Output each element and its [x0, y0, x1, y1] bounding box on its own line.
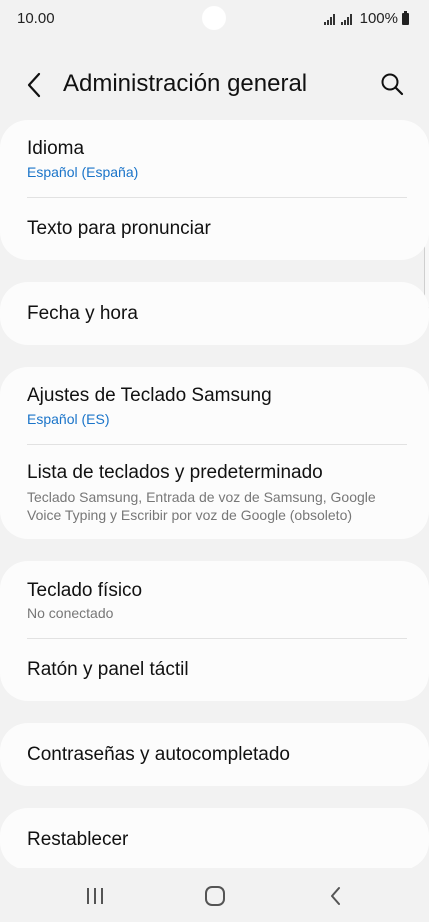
item-subtitle: No conectado [27, 605, 114, 621]
list-item-texto-pronunciar[interactable]: Texto para pronunciar [0, 198, 429, 260]
settings-group-language: Idioma Español (España) Texto para pronu… [0, 120, 429, 260]
status-bar: 10.00 100% [0, 0, 429, 36]
settings-group-reset: Restablecer [0, 808, 429, 870]
item-subtitle: Español (ES) [27, 411, 110, 427]
item-title: Texto para pronunciar [27, 218, 211, 239]
item-subtitle: Español (España) [27, 164, 139, 180]
item-subtitle: Teclado Samsung, Entrada de voz de Samsu… [27, 489, 376, 523]
item-title: Ajustes de Teclado Samsung [27, 385, 272, 406]
list-item-idioma[interactable]: Idioma Español (España) [0, 120, 429, 197]
list-item-teclado-fisico[interactable]: Teclado físico No conectado [0, 561, 429, 638]
settings-group-physical: Teclado físico No conectado Ratón y pane… [0, 561, 429, 701]
recent-apps-icon[interactable] [83, 884, 107, 908]
list-item-fecha-hora[interactable]: Fecha y hora [0, 282, 429, 345]
list-item-lista-teclados[interactable]: Lista de teclados y predeterminado Tecla… [0, 445, 429, 539]
item-title: Idioma [27, 138, 85, 159]
list-item-contrasenas[interactable]: Contraseñas y autocompletado [0, 723, 429, 786]
item-title: Ratón y panel táctil [27, 659, 189, 680]
list-item-restablecer[interactable]: Restablecer [0, 808, 429, 870]
navigation-bar [0, 868, 429, 922]
settings-group-passwords: Contraseñas y autocompletado [0, 723, 429, 786]
search-icon[interactable] [377, 69, 407, 99]
battery-icon [402, 10, 409, 25]
item-title: Contraseñas y autocompletado [27, 744, 290, 765]
item-title: Fecha y hora [27, 303, 138, 324]
camera-cutout [202, 6, 226, 30]
battery-level: 100% [359, 10, 398, 27]
page-title: Administración general [63, 70, 308, 97]
settings-group-keyboard: Ajustes de Teclado Samsung Español (ES) … [0, 367, 429, 539]
chevron-left-icon[interactable] [20, 70, 50, 100]
home-icon[interactable] [203, 884, 227, 908]
signal-icon [340, 13, 352, 25]
back-icon[interactable] [324, 884, 348, 908]
status-time: 10.00 [17, 10, 55, 27]
item-title: Lista de teclados y predeterminado [27, 462, 323, 483]
list-item-ajustes-teclado[interactable]: Ajustes de Teclado Samsung Español (ES) [0, 367, 429, 444]
signal-icon [323, 13, 335, 25]
item-title: Restablecer [27, 829, 129, 850]
item-title: Teclado físico [27, 580, 143, 601]
list-item-raton-panel[interactable]: Ratón y panel táctil [0, 639, 429, 701]
app-bar: Administración general [0, 56, 429, 112]
settings-group-date: Fecha y hora [0, 282, 429, 345]
status-icons: 100% [323, 10, 409, 27]
